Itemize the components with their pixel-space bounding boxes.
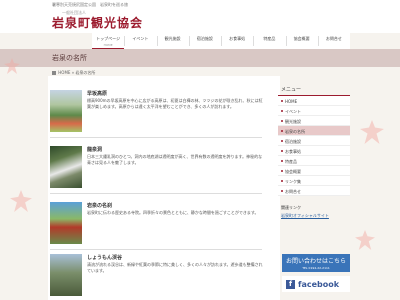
divider — [50, 193, 262, 194]
sidebar-item-famous-places[interactable]: 岩泉の名所 — [278, 126, 350, 136]
sidebar-item-links[interactable]: リンク集 — [278, 176, 350, 186]
nav-item-label: イベント — [132, 36, 149, 41]
list-item: 岩泉の名刹 岩泉町に伝わる歴史ある寺院。四季折々の景色とともに、静かな時間を過ご… — [50, 202, 262, 250]
bullet-icon — [281, 180, 283, 182]
entry-text: 日本三大鍾乳洞のひとつ。洞内の地底湖は透明度が高く、世界有数の透明度を誇ります。… — [87, 154, 263, 165]
sidebar-item-label: 観光施設 — [285, 119, 301, 124]
sidebar-item-label: 宿泊施設 — [285, 139, 301, 144]
global-nav: トップページ HOME イベント 観光施設 宿泊施設 お食事処 特産品 協会概要… — [92, 33, 350, 49]
bullet-icon — [281, 150, 283, 152]
list-item: 龍泉洞 日本三大鍾乳洞のひとつ。洞内の地底湖は透明度が高く、世界有数の透明度を誇… — [50, 146, 263, 194]
list-item: 早坂高原 標高900mの早坂高原を中心に広がる高原は、初夏は白樺の林、ツツジの花… — [50, 90, 263, 138]
sidebar-links-heading: 関連リンク — [281, 205, 301, 210]
official-site-link[interactable]: 岩泉町オフィシャルサイト — [278, 212, 350, 220]
nav-item-label: お食事処 — [229, 36, 246, 41]
top-header: 暑寒別天売焼尻国定公園 岩泉町を巡る旅 一般社団法人 岩泉町観光協会 — [0, 0, 400, 33]
sidebar-item-contact[interactable]: お問合せ — [278, 186, 350, 196]
nav-item-products[interactable]: 特産品 — [253, 33, 285, 49]
nav-item-label: お問合せ — [325, 36, 342, 41]
facebook-button[interactable]: f facebook — [282, 276, 350, 292]
entry-title[interactable]: しょうもん渓谷 — [87, 254, 122, 261]
sidebar-item-products[interactable]: 特産品 — [278, 156, 350, 166]
contact-banner-phone: TEL 0194-22-2111 — [302, 266, 330, 270]
entry-text: 岩泉町に伝わる歴史ある寺院。四季折々の景色とともに、静かな時間を過ごすことができ… — [87, 210, 259, 215]
sidebar-item-label: イベント — [285, 109, 301, 114]
entry-photo — [50, 202, 82, 244]
nav-item-label: 特産品 — [263, 36, 276, 41]
contact-banner[interactable]: お問い合わせはこちら TEL 0194-22-2111 — [282, 254, 350, 272]
nav-item-label: 宿泊施設 — [196, 36, 213, 41]
nav-item-event[interactable]: イベント — [124, 33, 156, 49]
nav-item-sightseeing[interactable]: 観光施設 — [156, 33, 189, 49]
entry-text: 標高900mの早坂高原を中心に広がる高原は、初夏は白樺の林、ツツジの花が咲き乱れ… — [87, 98, 263, 109]
entry-text: 清流が流れる渓谷は、新緑や紅葉の季節に特に美しく、多くの人々が訪れます。遊歩道も… — [87, 262, 263, 273]
nav-item-contact[interactable]: お問合せ — [317, 33, 350, 49]
nav-item-label: トップページ — [96, 36, 121, 41]
home-icon — [52, 71, 56, 75]
sidebar-item-event[interactable]: イベント — [278, 106, 350, 116]
nav-item-dining[interactable]: お食事処 — [221, 33, 253, 49]
bullet-icon — [281, 170, 283, 172]
facebook-icon: f — [286, 279, 295, 289]
facebook-label: facebook — [298, 279, 340, 289]
entry-title[interactable]: 早坂高原 — [87, 90, 107, 97]
bullet-icon — [281, 130, 283, 132]
sidebar-item-label: お問合せ — [285, 189, 301, 194]
sidebar-item-label: リンク集 — [285, 179, 301, 184]
breadcrumb-current: 岩泉の名所 — [75, 70, 96, 75]
sidebar-item-label: 協会概要 — [285, 169, 301, 174]
sidebar-item-lodging[interactable]: 宿泊施設 — [278, 136, 350, 146]
nav-item-label: 観光施設 — [164, 36, 181, 41]
maple-leaf-icon — [360, 120, 384, 144]
site-tagline: 暑寒別天売焼尻国定公園 岩泉町を巡る旅 — [52, 2, 128, 7]
entry-photo — [50, 254, 82, 296]
maple-leaf-icon — [10, 190, 32, 212]
nav-item-about[interactable]: 協会概要 — [285, 33, 318, 49]
site-logo[interactable]: 岩泉町観光協会 — [52, 14, 143, 31]
breadcrumb-home[interactable]: HOME — [58, 70, 70, 75]
bullet-icon — [281, 190, 283, 192]
nav-item-lodging[interactable]: 宿泊施設 — [188, 33, 221, 49]
sidebar-item-label: お食事処 — [285, 149, 301, 154]
bullet-icon — [281, 160, 283, 162]
divider — [50, 249, 262, 250]
nav-item-home[interactable]: トップページ HOME — [92, 33, 125, 49]
sidebar-item-about[interactable]: 協会概要 — [278, 166, 350, 176]
nav-item-sublabel: HOME — [103, 43, 113, 47]
sidebar-item-dining[interactable]: お食事処 — [278, 146, 350, 156]
sidebar-item-sightseeing[interactable]: 観光施設 — [278, 116, 350, 126]
bullet-icon — [281, 120, 283, 122]
entry-title[interactable]: 岩泉の名刹 — [87, 202, 112, 209]
page-title: 岩泉の名所 — [52, 54, 87, 62]
entry-photo — [50, 146, 82, 188]
sidebar-item-label: 岩泉の名所 — [285, 129, 305, 134]
maple-leaf-icon — [355, 230, 375, 250]
sidebar-item-label: HOME — [285, 99, 298, 104]
list-item: しょうもん渓谷 清流が流れる渓谷は、新緑や紅葉の季節に特に美しく、多くの人々が訪… — [50, 254, 263, 300]
sidebar-item-label: 特産品 — [285, 159, 297, 164]
breadcrumb-separator: » — [71, 70, 75, 75]
nav-item-label: 協会概要 — [293, 36, 310, 41]
contact-banner-title: お問い合わせはこちら — [285, 258, 346, 265]
bullet-icon — [281, 100, 283, 102]
entry-title[interactable]: 龍泉洞 — [87, 146, 102, 153]
bullet-icon — [281, 110, 283, 112]
entry-photo — [50, 90, 82, 132]
sidebar-heading: メニュー — [278, 84, 350, 96]
divider — [50, 137, 262, 138]
sidebar-item-home[interactable]: HOME — [278, 96, 350, 106]
bullet-icon — [281, 140, 283, 142]
